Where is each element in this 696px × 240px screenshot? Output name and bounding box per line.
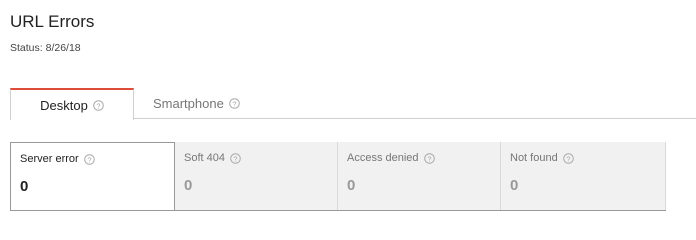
- tab-smartphone-label: Smartphone: [153, 96, 224, 111]
- help-icon[interactable]: ?: [229, 98, 240, 109]
- svg-text:?: ?: [566, 154, 570, 163]
- help-icon[interactable]: ?: [230, 153, 241, 164]
- card-access-denied[interactable]: Access denied ? 0: [337, 142, 500, 210]
- card-count: 0: [20, 178, 29, 195]
- help-icon[interactable]: ?: [93, 99, 104, 111]
- status-text: Status: 8/26/18: [10, 42, 81, 54]
- card-count: 0: [347, 177, 356, 194]
- help-icon[interactable]: ?: [423, 153, 435, 164]
- help-icon[interactable]: ?: [562, 153, 574, 164]
- page-title: URL Errors: [10, 12, 95, 31]
- error-category-cards: Server error ? 0 Soft 404 ? 0 Access den: [10, 142, 666, 211]
- card-label: Not found: [510, 152, 558, 164]
- svg-text:?: ?: [96, 101, 100, 110]
- card-label: Server error: [20, 153, 79, 165]
- svg-text:?: ?: [87, 155, 91, 164]
- svg-text:?: ?: [233, 154, 237, 163]
- cards-bottom-border: [10, 210, 666, 211]
- tab-smartphone[interactable]: Smartphone ?: [134, 88, 264, 119]
- card-count: 0: [510, 177, 519, 194]
- svg-text:?: ?: [427, 154, 431, 163]
- card-label: Soft 404: [184, 152, 225, 164]
- card-not-found[interactable]: Not found ? 0: [500, 142, 666, 210]
- help-icon[interactable]: ?: [83, 154, 95, 165]
- tab-desktop[interactable]: Desktop ?: [10, 88, 134, 120]
- svg-text:?: ?: [232, 99, 236, 108]
- cards-divider: [665, 142, 666, 210]
- tab-desktop-label: Desktop: [40, 97, 88, 113]
- card-label: Access denied: [347, 152, 419, 164]
- card-soft-404[interactable]: Soft 404 ? 0: [175, 142, 337, 210]
- card-count: 0: [184, 177, 193, 194]
- card-server-error[interactable]: Server error ? 0: [10, 142, 175, 211]
